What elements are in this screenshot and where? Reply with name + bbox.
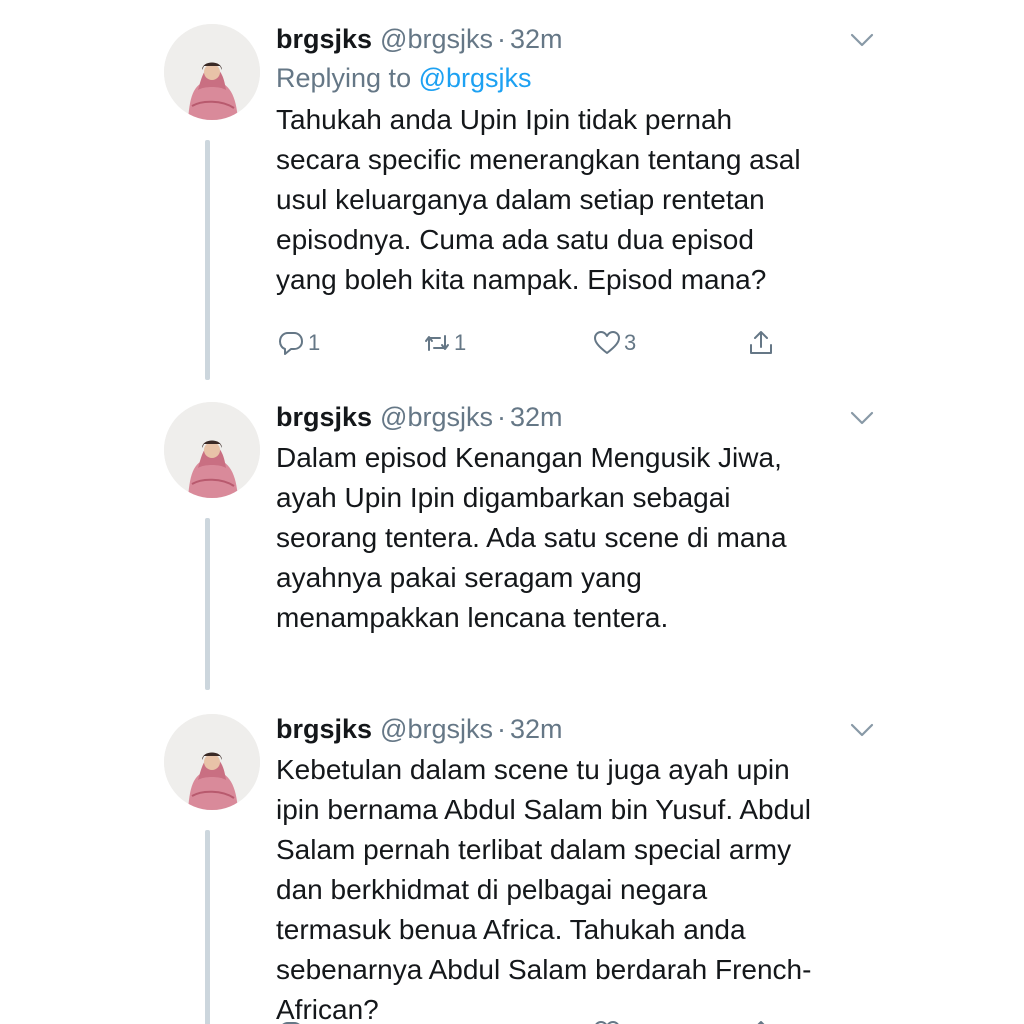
- timestamp[interactable]: 32m: [510, 710, 563, 748]
- person-in-pink-hijab-icon: [164, 402, 260, 498]
- tweet-text-line: Tahukah anda Upin Ipin tidak pernah: [276, 104, 733, 135]
- tweet-text-line: sebenarnya Abdul Salam berdarah French-: [276, 954, 812, 985]
- tweet-text-line: African?: [276, 994, 379, 1024]
- separator: ·: [496, 402, 506, 432]
- timestamp[interactable]: 32m: [510, 398, 563, 436]
- tweet-content: brgsjks @brgsjks · 32m Replying to @brgs…: [276, 20, 886, 300]
- like-count: 3: [624, 330, 637, 355]
- display-name[interactable]: brgsjks: [276, 20, 372, 58]
- person-in-pink-hijab-icon: [164, 24, 260, 120]
- tweet-actions: 1 1 3: [276, 326, 796, 360]
- person-in-pink-hijab-icon: [164, 714, 260, 810]
- share-icon: [750, 331, 772, 354]
- user-handle[interactable]: @brgsjks: [380, 398, 493, 436]
- thread-connector-line: [205, 140, 210, 380]
- tweet-text-line: Dalam episod Kenangan Mengusik Jiwa,: [276, 442, 782, 473]
- tweet-text-line: ayahnya pakai seragam yang: [276, 562, 642, 593]
- tweet-text-line: ayah Upin Ipin digambarkan sebagai: [276, 482, 731, 513]
- tweet-header: brgsjks @brgsjks · 32m: [276, 398, 886, 436]
- tweet-header: brgsjks @brgsjks · 32m: [276, 20, 886, 58]
- replying-to: Replying to @brgsjks: [276, 58, 886, 98]
- tweet-header: brgsjks @brgsjks · 32m: [276, 710, 886, 748]
- thread-connector-line: [205, 518, 210, 690]
- user-handle[interactable]: @brgsjks: [380, 20, 493, 58]
- tweet-text: Tahukah anda Upin Ipin tidak pernah seca…: [276, 100, 886, 300]
- tweet-text-line: seorang tentera. Ada satu scene di mana: [276, 522, 787, 553]
- tweet-text-line: yang boleh kita nampak. Episod mana?: [276, 264, 767, 295]
- tweet-content: brgsjks @brgsjks · 32m Dalam episod Kena…: [276, 398, 886, 638]
- tweet-text-line: episodnya. Cuma ada satu dua episod: [276, 224, 754, 255]
- tweet-text-line: usul keluarganya dalam setiap rentetan: [276, 184, 765, 215]
- tweet-text-line: menampakkan lencana tentera.: [276, 602, 669, 633]
- separator: ·: [496, 714, 506, 744]
- retweet-count: 1: [454, 330, 467, 355]
- avatar[interactable]: [164, 714, 260, 810]
- display-name[interactable]: brgsjks: [276, 710, 372, 748]
- retweet-button[interactable]: 1: [422, 326, 466, 360]
- display-name[interactable]: brgsjks: [276, 398, 372, 436]
- tweet-thread: brgsjks @brgsjks · 32m Replying to @brgs…: [0, 0, 1024, 1024]
- tweet-text: Kebetulan dalam scene tu juga ayah upin …: [276, 750, 886, 1024]
- tweet-text-line: dan berkhidmat di pelbagai negara: [276, 874, 708, 905]
- replying-to-label: Replying to: [276, 63, 419, 93]
- reply-icon: [279, 332, 303, 355]
- reply-button[interactable]: 1: [276, 326, 320, 360]
- separator: ·: [496, 24, 506, 54]
- tweet-text-line: ipin bernama Abdul Salam bin Yusuf. Abdu…: [276, 794, 811, 825]
- like-button[interactable]: 3: [592, 326, 636, 360]
- tweet-text: Dalam episod Kenangan Mengusik Jiwa, aya…: [276, 438, 886, 638]
- user-handle[interactable]: @brgsjks: [380, 710, 493, 748]
- tweet-text-line: secara specific menerangkan tentang asal: [276, 144, 801, 175]
- thread-connector-line: [205, 830, 210, 1024]
- tweet-text-line: termasuk benua Africa. Tahukah anda: [276, 914, 746, 945]
- heart-icon: [594, 331, 620, 354]
- replying-to-handle[interactable]: @brgsjks: [419, 63, 532, 93]
- reply-count: 1: [308, 330, 321, 355]
- share-button[interactable]: [746, 326, 776, 360]
- avatar[interactable]: [164, 24, 260, 120]
- tweet-text-line: Kebetulan dalam scene tu juga ayah upin: [276, 754, 790, 785]
- retweet-icon: [425, 335, 449, 351]
- tweet-content: brgsjks @brgsjks · 32m Kebetulan dalam s…: [276, 710, 886, 1024]
- timestamp[interactable]: 32m: [510, 20, 563, 58]
- tweet-text-line: Salam pernah terlibat dalam special army: [276, 834, 792, 865]
- avatar[interactable]: [164, 402, 260, 498]
